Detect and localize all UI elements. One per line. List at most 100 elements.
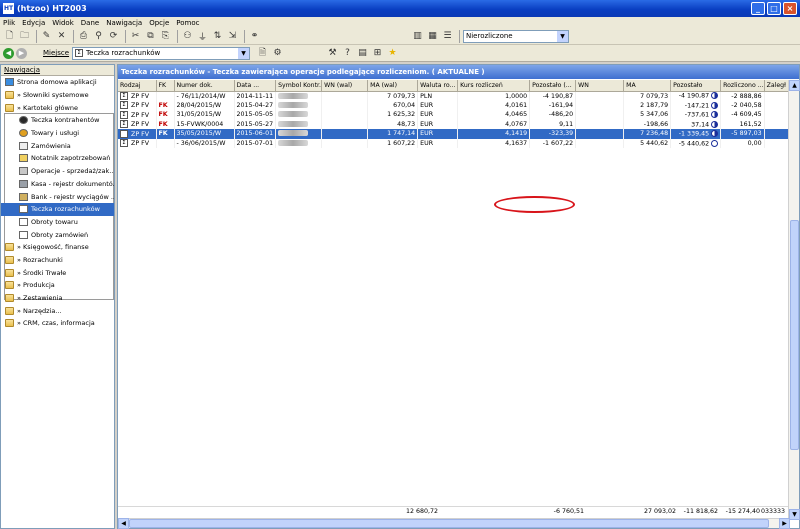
- new-document-icon[interactable]: 🗋: [3, 30, 16, 43]
- list-icon[interactable]: ☰: [441, 30, 454, 43]
- numer-value: 28/04/2015/W: [176, 101, 222, 109]
- cut-icon[interactable]: ✂: [129, 30, 142, 43]
- pozostalo_wal-cell: -486,20: [529, 110, 577, 120]
- print-icon[interactable]: ⎙: [77, 30, 90, 43]
- calculator-icon[interactable]: ▤: [356, 47, 369, 60]
- nav-item[interactable]: » Narzędzia...: [1, 304, 114, 317]
- nav-item-label: » Słowniki systemowe: [17, 91, 89, 100]
- horizontal-scrollbar[interactable]: ◀ ▶: [118, 518, 790, 529]
- document-icon[interactable]: 🗎: [256, 47, 269, 60]
- nav-item[interactable]: Teczka kontrahentów: [1, 114, 114, 127]
- nav-item[interactable]: Bank - rejestr wyciągów ...: [1, 190, 114, 203]
- rodzaj-value: ZP FV: [131, 121, 150, 129]
- horizontal-scroll-thumb[interactable]: [129, 519, 769, 528]
- filter-icon[interactable]: ⏚: [196, 30, 209, 43]
- open-folder-icon[interactable]: 🗀: [18, 30, 31, 43]
- settings-icon[interactable]: ⚙: [271, 47, 284, 60]
- minimize-button[interactable]: _: [751, 2, 765, 15]
- menu-dane[interactable]: Dane: [81, 19, 99, 27]
- find-icon[interactable]: ⚲: [92, 30, 105, 43]
- nav-item[interactable]: » Księgowość, finanse: [1, 241, 114, 254]
- pozostalo-cell: -4 190,87: [670, 91, 722, 101]
- column-header[interactable]: Symbol Kontr.: [275, 80, 323, 92]
- binoculars-icon[interactable]: ⚇: [181, 30, 194, 43]
- nav-item[interactable]: Strona domowa aplikacji: [1, 76, 114, 89]
- table-row[interactable]: Σ ZP FV - 76/11/2014/W 2014-11-11 7 079,73 PL…: [118, 91, 794, 101]
- menu-widok[interactable]: Widok: [52, 19, 74, 27]
- column-header[interactable]: Numer dok.: [174, 80, 235, 92]
- back-icon[interactable]: ◀: [3, 47, 14, 59]
- kurs-cell: 4,0161: [457, 100, 531, 110]
- column-header[interactable]: FK: [156, 80, 175, 92]
- nav-item[interactable]: Obroty towaru: [1, 216, 114, 229]
- scroll-right-icon[interactable]: ▶: [779, 518, 790, 529]
- scroll-left-icon[interactable]: ◀: [118, 518, 129, 529]
- column-header[interactable]: Waluta ro...: [417, 80, 459, 92]
- vertical-scrollbar[interactable]: ▲ ▼: [788, 80, 800, 520]
- menu-plik[interactable]: Plik: [3, 19, 15, 27]
- waluta-value: PLN: [420, 92, 433, 100]
- nav-item[interactable]: » Środki Trwałe: [1, 266, 114, 279]
- column-header[interactable]: Rodzaj: [118, 80, 157, 92]
- columns-icon[interactable]: ▥: [411, 30, 424, 43]
- nav-item[interactable]: Notatnik zapotrzebowań: [1, 152, 114, 165]
- refresh-icon[interactable]: ⟳: [107, 30, 120, 43]
- data-value: 2015-06-01: [236, 130, 274, 138]
- total-pozostalo: -11 818,62: [683, 508, 718, 515]
- favorite-star-icon[interactable]: ★: [386, 47, 399, 60]
- location-select[interactable]: Σ Teczka rozrachunków ▼: [72, 46, 251, 60]
- nav-item[interactable]: Operacje - sprzedaż/zak...: [1, 165, 114, 178]
- link-icon[interactable]: ⚭: [248, 30, 261, 43]
- wn_wal-cell: [321, 138, 369, 148]
- nav-item[interactable]: Teczka rozrachunków: [1, 202, 114, 216]
- column-header[interactable]: Pozostało (...: [529, 80, 577, 92]
- column-header[interactable]: Rozliczono ...: [720, 80, 765, 92]
- status-filter-select[interactable]: Nierozliczone ▼: [463, 29, 569, 43]
- forward-icon[interactable]: ▶: [16, 47, 27, 59]
- ma-value: 5 440,62: [640, 139, 669, 147]
- delete-icon[interactable]: ✕: [55, 30, 68, 43]
- table-row[interactable]: Σ ZP FV FK 31/05/2015/W 2015-05-05 1 625,32 EU…: [118, 110, 794, 120]
- nav-item[interactable]: Obroty zamówień: [1, 228, 114, 241]
- paste-icon[interactable]: ⎘: [159, 30, 172, 43]
- help-icon[interactable]: ?: [341, 47, 354, 60]
- scroll-up-icon[interactable]: ▲: [789, 80, 800, 91]
- grid-icon[interactable]: ▦: [426, 30, 439, 43]
- table-row[interactable]: Σ ZP FV FK 35/05/2015/W 2015-06-01 1 747,14 EU…: [118, 129, 794, 139]
- table-row[interactable]: Σ ZP FV - 36/06/2015/W 2015-07-01 1 607,22 EU…: [118, 138, 794, 148]
- export-icon[interactable]: ⇲: [226, 30, 239, 43]
- nav-item[interactable]: » Słowniki systemowe: [1, 89, 114, 102]
- data-value: 2015-07-01: [236, 139, 274, 147]
- nav-item[interactable]: » Rozrachunki: [1, 254, 114, 267]
- nav-item[interactable]: Kasa - rejestr dokumentó...: [1, 178, 114, 191]
- column-header[interactable]: WN: [575, 80, 625, 92]
- nav-item[interactable]: » Kartoteki główne: [1, 101, 114, 114]
- sort-icon[interactable]: ⇅: [211, 30, 224, 43]
- column-header[interactable]: Data ...: [234, 80, 277, 92]
- menu-pomoc[interactable]: Pomoc: [176, 19, 199, 27]
- nav-item[interactable]: Towary i usługi: [1, 127, 114, 140]
- ma-cell: 7 236,48: [623, 129, 672, 139]
- nav-item[interactable]: Zamówienia: [1, 139, 114, 152]
- column-header[interactable]: MA: [623, 80, 672, 92]
- column-header[interactable]: MA (wal): [367, 80, 419, 92]
- menu-nawigacja[interactable]: Nawigacja: [106, 19, 142, 27]
- scroll-down-icon[interactable]: ▼: [789, 509, 800, 520]
- close-button[interactable]: ×: [783, 2, 797, 15]
- tools-icon[interactable]: ⚒: [326, 47, 339, 60]
- nav-item[interactable]: » Produkcja: [1, 279, 114, 292]
- menu-opcje[interactable]: Opcje: [149, 19, 169, 27]
- edit-icon[interactable]: ✎: [40, 30, 53, 43]
- menu-edycja[interactable]: Edycja: [22, 19, 45, 27]
- table-row[interactable]: Σ ZP FV FK 15-FVWK/0004 2015-05-27 48,73 EUR 4,…: [118, 119, 794, 129]
- column-header[interactable]: WN (wal): [321, 80, 369, 92]
- books-icon[interactable]: ⊞: [371, 47, 384, 60]
- nav-item[interactable]: » CRM, czas, informacja: [1, 317, 114, 330]
- column-header[interactable]: Pozostało: [670, 80, 722, 92]
- maximize-button[interactable]: □: [767, 2, 781, 15]
- nav-item[interactable]: » Zestawienia: [1, 292, 114, 305]
- vertical-scroll-thumb[interactable]: [790, 220, 799, 450]
- table-row[interactable]: Σ ZP FV FK 28/04/2015/W 2015-04-27 670,04 EUR 4…: [118, 100, 794, 110]
- copy-icon[interactable]: ⧉: [144, 30, 157, 43]
- column-header[interactable]: Kurs rozliczeń: [457, 80, 531, 92]
